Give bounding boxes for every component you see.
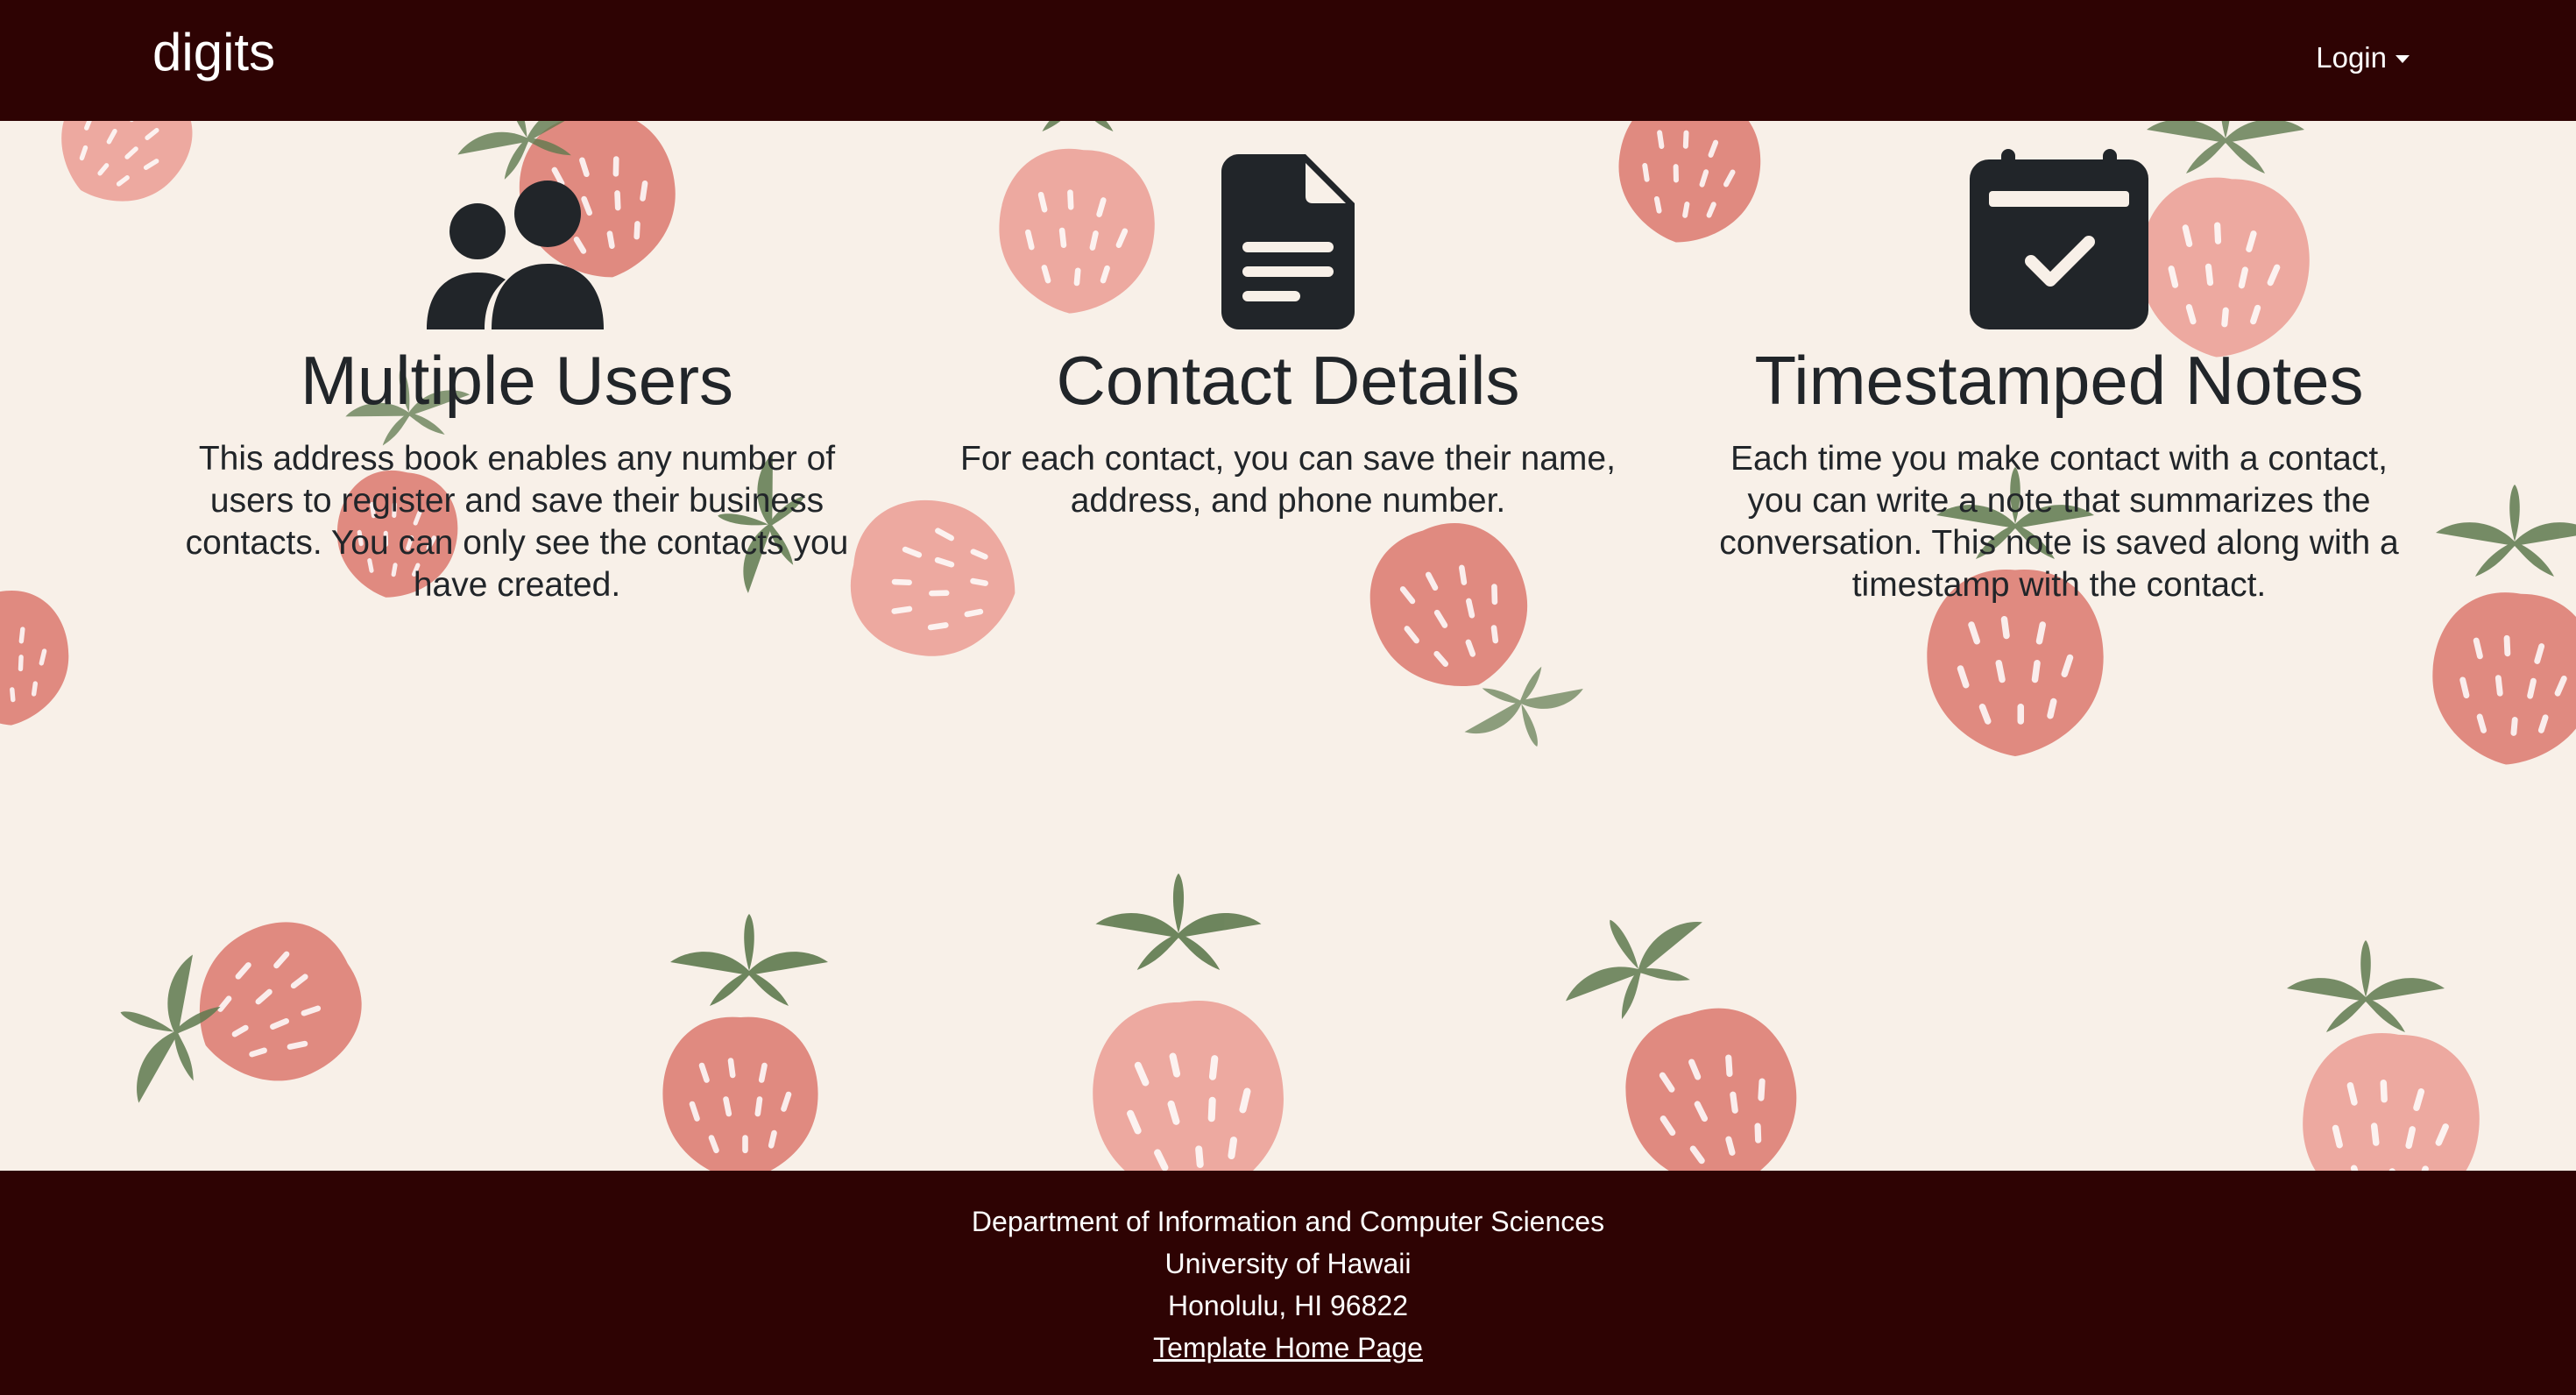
calendar-check-fill-icon	[1970, 149, 2148, 329]
footer-address: Honolulu, HI 96822	[1168, 1290, 1408, 1321]
people-fill-icon	[427, 181, 604, 329]
feature-description: Each time you make contact with a contac…	[1719, 440, 2399, 604]
feature-title: Contact Details	[1056, 342, 1520, 419]
footer-university: University of Hawaii	[1164, 1248, 1412, 1279]
brand-logo[interactable]: digits	[152, 25, 275, 81]
footer: Department of Information and Computer S…	[0, 1171, 2576, 1395]
file-text-fill-icon	[1221, 154, 1355, 329]
feature-title: Multiple Users	[300, 342, 734, 419]
login-dropdown[interactable]: Login	[2316, 39, 2410, 77]
feature-title: Timestamped Notes	[1754, 342, 2364, 419]
feature-multiple-users: Multiple Users This address book enables…	[131, 121, 902, 606]
login-label: Login	[2316, 41, 2387, 74]
caret-down-icon	[2396, 54, 2410, 63]
feature-timestamped-notes: Timestamped Notes Each time you make con…	[1674, 121, 2445, 606]
feature-description: This address book enables any number of …	[185, 440, 849, 604]
landing-section: Multiple Users This address book enables…	[0, 121, 2576, 1171]
template-home-link[interactable]: Template Home Page	[1153, 1332, 1423, 1363]
navbar: digits Login	[0, 0, 2576, 121]
feature-description: For each contact, you can save their nam…	[960, 440, 1616, 520]
footer-department: Department of Information and Computer S…	[971, 1206, 1605, 1237]
feature-contact-details: Contact Details For each contact, you ca…	[902, 121, 1674, 522]
